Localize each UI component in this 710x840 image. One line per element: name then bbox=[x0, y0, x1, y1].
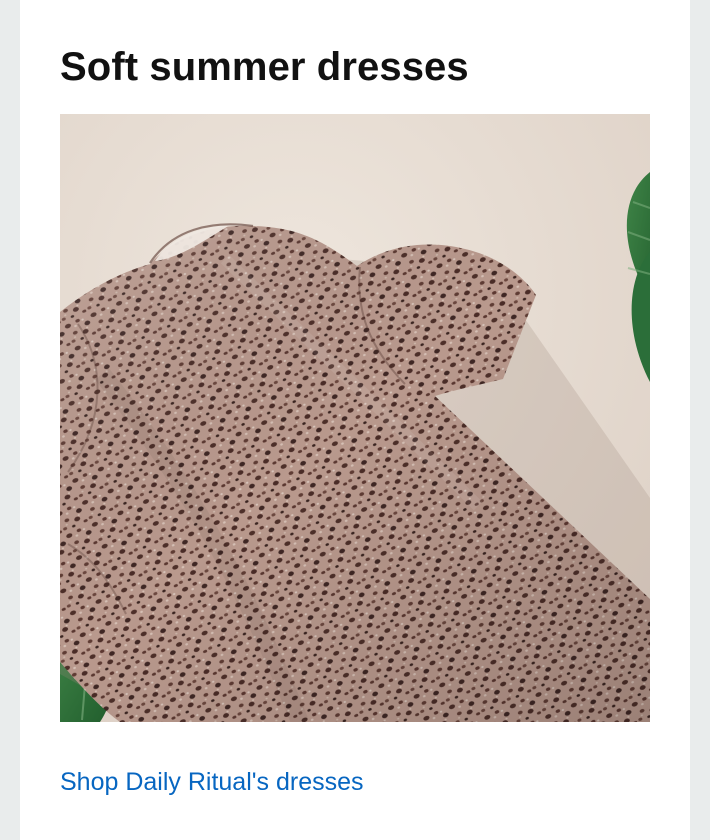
content-card: Soft summer dresses Shop Daily Ritual's … bbox=[20, 0, 690, 840]
section-title: Soft summer dresses bbox=[60, 45, 469, 89]
product-image[interactable] bbox=[60, 114, 650, 722]
shop-dresses-link[interactable]: Shop Daily Ritual's dresses bbox=[60, 766, 364, 798]
dress-photo-illustration bbox=[60, 114, 650, 722]
